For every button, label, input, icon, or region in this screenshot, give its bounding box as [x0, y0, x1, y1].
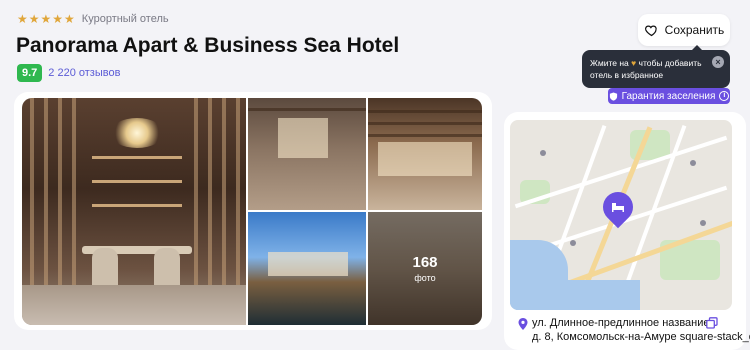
close-icon[interactable]: × [712, 56, 724, 68]
photo-gallery: 168 фото [22, 98, 482, 325]
hotel-title: Panorama Apart & Business Sea Hotel [16, 34, 400, 57]
copy-icon[interactable] [706, 317, 718, 329]
guarantee-label: Гарантия заселения [621, 90, 716, 102]
info-icon[interactable]: i [719, 91, 730, 101]
star-icons: ★★★★★ [17, 12, 76, 26]
rating-row: 9.7 2 220 отзывов [17, 64, 120, 82]
photo-count-label: фото [414, 273, 436, 283]
main-photo[interactable] [22, 98, 246, 325]
location-pin-icon [518, 318, 528, 330]
shield-icon [609, 91, 617, 101]
gallery-photo[interactable] [248, 98, 366, 210]
location-map[interactable] [510, 120, 732, 310]
guarantee-badge[interactable]: Гарантия заселения i [608, 88, 730, 104]
favorites-tooltip: Жмите на ♥ чтобы добавить отель в избран… [582, 45, 730, 88]
hotel-address: ул. Длинное-предлинное название, д. 8, К… [532, 316, 750, 344]
gallery-photo[interactable] [248, 212, 366, 325]
address-line-2: д. 8, Комсомольск-на-Амуре square-stack_… [532, 331, 750, 343]
photo-count: 168 [412, 254, 438, 271]
tooltip-text-before: Жмите на [590, 58, 629, 68]
reviews-link[interactable]: 2 220 отзывов [48, 67, 120, 79]
save-button-label: Сохранить [664, 23, 725, 37]
heart-icon [644, 24, 657, 36]
heart-icon: ♥ [631, 58, 637, 68]
gallery-photo[interactable] [368, 98, 482, 210]
rating-stars-row: ★★★★★ Курортный отель [17, 12, 169, 26]
hotel-type: Курортный отель [81, 13, 169, 25]
address-line-1: ул. Длинное-предлинное название, [532, 317, 713, 329]
more-photos-tile[interactable]: 168 фото [368, 212, 482, 325]
save-button[interactable]: Сохранить [638, 14, 730, 46]
score-badge: 9.7 [17, 64, 43, 82]
photo-count-overlay: 168 фото [368, 212, 482, 325]
hotel-pin-icon[interactable] [596, 185, 640, 229]
